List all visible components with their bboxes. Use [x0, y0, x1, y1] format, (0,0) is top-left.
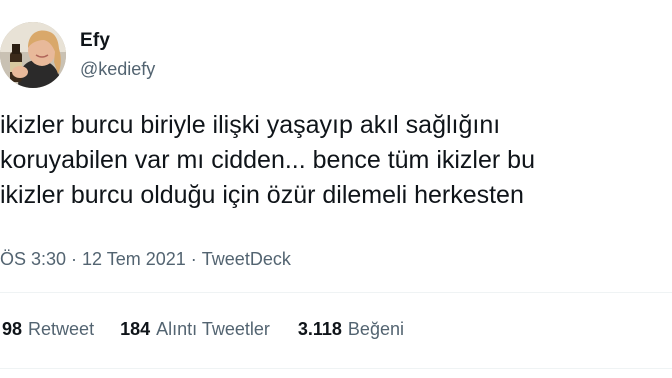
- tweet-time[interactable]: ÖS 3:30: [0, 249, 66, 269]
- divider: [0, 368, 672, 369]
- like-label: Beğeni: [347, 319, 404, 339]
- author-names: Efy @kediefy: [80, 30, 155, 79]
- quote-count: 184: [120, 319, 151, 339]
- retweet-count-link[interactable]: 98 Retweet: [2, 318, 94, 340]
- tweet-text-line: ikizler burcu olduğu için özür dilemeli …: [0, 181, 524, 209]
- tweet-text-line: koruyabilen var mı cidden... bence tüm i…: [0, 146, 535, 174]
- tweet-text: ikizler burcu biriyle ilişki yaşayıp akı…: [0, 108, 672, 213]
- avatar[interactable]: [0, 22, 66, 88]
- tweet-card: Efy @kediefy ikizler burcu biriyle ilişk…: [0, 0, 672, 378]
- quote-count-link[interactable]: 184 Alıntı Tweetler: [120, 318, 270, 340]
- tweet-meta: ÖS 3:30 · 12 Tem 2021 · TweetDeck: [0, 248, 291, 270]
- tweet-date[interactable]: 12 Tem 2021: [82, 249, 186, 269]
- like-count-link[interactable]: 3.118 Beğeni: [298, 318, 404, 340]
- tweet-text-line: ikizler burcu biriyle ilişki yaşayıp akı…: [0, 111, 501, 139]
- meta-separator: ·: [190, 249, 197, 269]
- retweet-label: Retweet: [28, 319, 95, 339]
- avatar-image: [0, 22, 66, 88]
- display-name[interactable]: Efy: [80, 30, 155, 52]
- quote-label: Alıntı Tweetler: [156, 319, 270, 339]
- divider: [0, 292, 672, 293]
- tweet-stats: 98 Retweet 184 Alıntı Tweetler 3.118 Beğ…: [0, 318, 404, 340]
- user-handle[interactable]: @kediefy: [80, 59, 155, 79]
- retweet-count: 98: [2, 319, 23, 339]
- like-count: 3.118: [297, 319, 342, 339]
- meta-separator: ·: [71, 249, 78, 269]
- tweet-source[interactable]: TweetDeck: [202, 249, 291, 269]
